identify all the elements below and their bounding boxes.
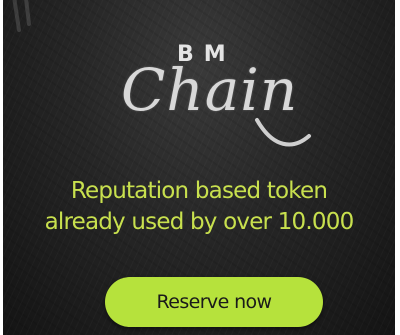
logo: BM Chain (3, 40, 395, 150)
tagline: Reputation based token already used by o… (3, 176, 395, 238)
reserve-now-button[interactable]: Reserve now (105, 277, 323, 327)
tagline-line-1: Reputation based token (70, 178, 328, 204)
logo-swash-icon (255, 118, 311, 147)
ad-banner[interactable]: BM Chain Reputation based token already … (0, 0, 400, 335)
tagline-line-2: already used by over 10.000 (44, 209, 355, 235)
